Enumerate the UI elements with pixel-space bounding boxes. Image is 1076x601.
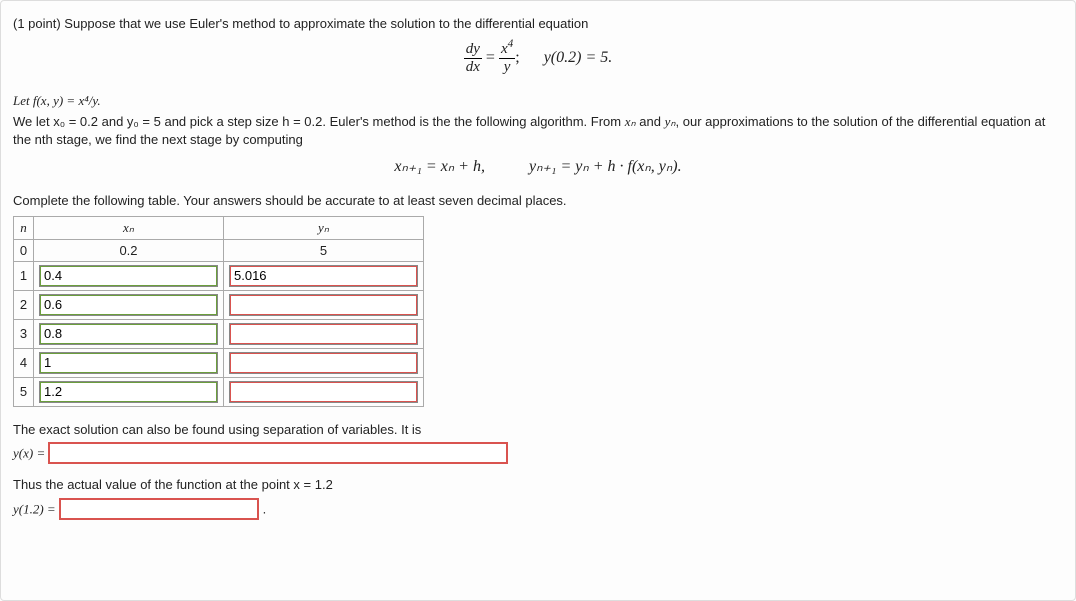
intro-text: (1 point) Suppose that we use Euler's me… — [13, 15, 1063, 33]
setup-line: We let x₀ = 0.2 and y₀ = 5 and pick a st… — [13, 113, 1063, 148]
y12-label: y(1.2) = — [13, 501, 59, 516]
y12-row: y(1.2) = . — [13, 498, 1063, 520]
table-row: 5 — [14, 377, 424, 406]
dx-label: dx — [466, 59, 480, 75]
recurrence-equations: xₙ₊₁ = xₙ + h, yₙ₊₁ = yₙ + h · f(xₙ, yₙ)… — [13, 156, 1063, 176]
n-cell: 0 — [14, 239, 34, 261]
yn-cell: 5 — [224, 239, 424, 261]
table-row: 3 — [14, 319, 424, 348]
dy-label: dy — [466, 41, 480, 57]
recur-x: xₙ₊₁ = xₙ + h, — [394, 156, 485, 176]
col-yn-header: yₙ — [224, 216, 424, 239]
n-cell: 1 — [14, 261, 34, 290]
problem-container: (1 point) Suppose that we use Euler's me… — [0, 0, 1076, 601]
n-cell: 3 — [14, 319, 34, 348]
xn-input[interactable] — [39, 265, 218, 287]
rhs-num-base: x — [501, 41, 508, 57]
xn-input[interactable] — [39, 381, 218, 403]
xn-input[interactable] — [39, 294, 218, 316]
xn-symbol: xₙ — [625, 114, 636, 129]
semicolon: ; — [515, 49, 519, 66]
let-f-text: Let f(x, y) = x⁴/y. — [13, 93, 101, 108]
col-xn-header: xₙ — [34, 216, 224, 239]
let-f-line: Let f(x, y) = x⁴/y. — [13, 92, 1063, 110]
yx-input[interactable] — [48, 442, 508, 464]
trailing-period: . — [263, 501, 267, 516]
rhs-den: y — [504, 59, 511, 75]
n-cell: 4 — [14, 348, 34, 377]
setup-text-a: We let x₀ = 0.2 and y₀ = 5 and pick a st… — [13, 114, 625, 129]
yn-input[interactable] — [229, 323, 418, 345]
thus-line: Thus the actual value of the function at… — [13, 476, 1063, 494]
xn-cell: 0.2 — [34, 239, 224, 261]
yx-label: y(x) = — [13, 446, 48, 461]
n-cell: 5 — [14, 377, 34, 406]
and-text: and — [636, 114, 665, 129]
yn-input[interactable] — [229, 265, 418, 287]
yx-row: y(x) = — [13, 442, 1063, 464]
yn-input[interactable] — [229, 352, 418, 374]
initial-condition: y(0.2) = 5. — [544, 49, 613, 66]
yn-symbol: yₙ — [665, 114, 676, 129]
xn-input[interactable] — [39, 352, 218, 374]
table-row: 2 — [14, 290, 424, 319]
yn-input[interactable] — [229, 381, 418, 403]
euler-table: n xₙ yₙ 0 0.2 5 1 2 3 4 — [13, 216, 424, 407]
table-row: 4 — [14, 348, 424, 377]
col-n-header: n — [14, 216, 34, 239]
exact-solution-text: The exact solution can also be found usi… — [13, 421, 1063, 439]
differential-equation: dy dx = x4 y ; y(0.2) = 5. — [13, 41, 1063, 76]
yn-input[interactable] — [229, 294, 418, 316]
y12-input[interactable] — [59, 498, 259, 520]
n-cell: 2 — [14, 290, 34, 319]
xn-input[interactable] — [39, 323, 218, 345]
recur-y: yₙ₊₁ = yₙ + h · f(xₙ, yₙ). — [529, 156, 682, 176]
rhs-num-pow: 4 — [508, 38, 514, 50]
table-row: 0 0.2 5 — [14, 239, 424, 261]
table-row: 1 — [14, 261, 424, 290]
table-instructions: Complete the following table. Your answe… — [13, 192, 1063, 210]
